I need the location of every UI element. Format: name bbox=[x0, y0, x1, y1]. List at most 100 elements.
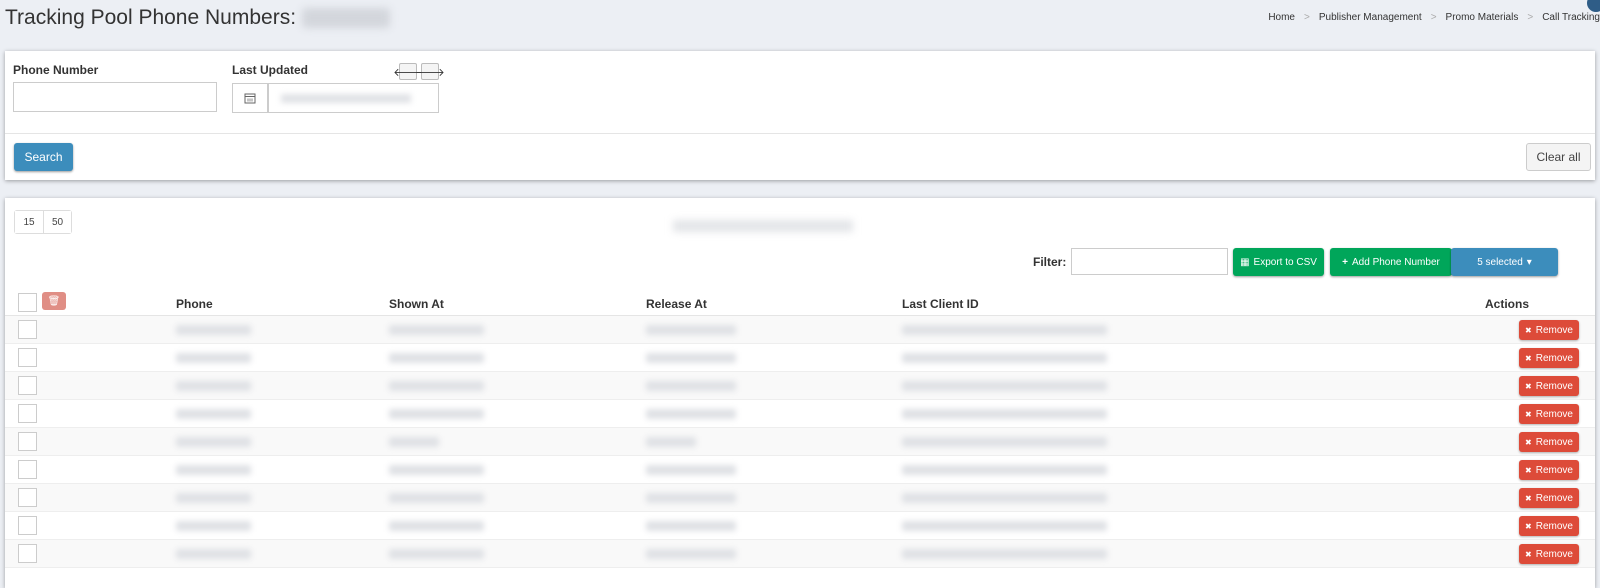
row-checkbox[interactable] bbox=[18, 544, 37, 563]
row-checkbox[interactable] bbox=[18, 348, 37, 367]
table-row: ✖ Remove bbox=[5, 512, 1595, 540]
remove-label: Remove bbox=[1535, 352, 1573, 364]
calendar-button[interactable] bbox=[232, 83, 268, 113]
page-size-50[interactable]: 50 bbox=[43, 211, 71, 233]
breadcrumb-separator: > bbox=[1304, 12, 1310, 23]
filter-divider bbox=[5, 133, 1595, 134]
trash-icon: 🗑 bbox=[47, 295, 61, 307]
redacted-phone bbox=[176, 521, 251, 531]
redacted-client-id bbox=[902, 465, 1107, 475]
remove-label: Remove bbox=[1535, 548, 1573, 560]
remove-button[interactable]: ✖ Remove bbox=[1519, 460, 1579, 480]
redacted-table-info bbox=[673, 220, 853, 232]
redacted-phone bbox=[176, 493, 251, 503]
remove-button[interactable]: ✖ Remove bbox=[1519, 488, 1579, 508]
add-phone-number-button[interactable]: + Add Phone Number bbox=[1330, 248, 1452, 276]
remove-label: Remove bbox=[1535, 380, 1573, 392]
redacted-shown-at bbox=[389, 549, 484, 559]
redacted-shown-at bbox=[389, 409, 484, 419]
file-excel-icon: ▦ bbox=[1240, 256, 1250, 268]
column-actions: Actions bbox=[1485, 297, 1530, 311]
redacted-client-id bbox=[902, 381, 1107, 391]
page-size-15[interactable]: 15 bbox=[15, 211, 43, 233]
row-checkbox[interactable] bbox=[18, 404, 37, 423]
phone-number-label: Phone Number bbox=[13, 63, 99, 77]
page-title-text: Tracking Pool Phone Numbers: bbox=[5, 6, 297, 29]
remove-button[interactable]: ✖ Remove bbox=[1519, 320, 1579, 340]
row-checkbox[interactable] bbox=[18, 488, 37, 507]
calendar-icon bbox=[244, 93, 256, 104]
row-checkbox[interactable] bbox=[18, 432, 37, 451]
table-row: ✖ Remove bbox=[5, 372, 1595, 400]
export-csv-label: Export to CSV bbox=[1253, 256, 1317, 268]
column-phone[interactable]: Phone bbox=[176, 297, 213, 311]
redacted-client-id bbox=[902, 521, 1107, 531]
redacted-client-id bbox=[902, 325, 1107, 335]
breadcrumb-publisher-management[interactable]: Publisher Management bbox=[1319, 12, 1422, 23]
columns-selected-dropdown[interactable]: 5 selected ▾ bbox=[1451, 248, 1558, 276]
search-button[interactable]: Search bbox=[14, 143, 73, 171]
close-icon: ✖ bbox=[1525, 409, 1532, 419]
redacted-shown-at bbox=[389, 437, 439, 447]
table-row: ✖ Remove bbox=[5, 456, 1595, 484]
redacted-shown-at bbox=[389, 493, 484, 503]
filter-panel: Phone Number Last Updated 🡐 🡒 Search Cle… bbox=[5, 51, 1595, 180]
remove-label: Remove bbox=[1535, 436, 1573, 448]
breadcrumb-home[interactable]: Home bbox=[1268, 12, 1295, 23]
clear-all-button[interactable]: Clear all bbox=[1526, 143, 1591, 171]
table-row: ✖ Remove bbox=[5, 428, 1595, 456]
filter-input[interactable] bbox=[1071, 248, 1228, 275]
phone-number-input[interactable] bbox=[13, 82, 217, 112]
arrow-right-icon: 🡒 bbox=[415, 66, 445, 79]
remove-button[interactable]: ✖ Remove bbox=[1519, 404, 1579, 424]
bulk-delete-button[interactable]: 🗑 bbox=[42, 292, 66, 310]
redacted-release-at bbox=[646, 521, 736, 531]
column-shown-at[interactable]: Shown At bbox=[389, 297, 444, 311]
row-checkbox[interactable] bbox=[18, 516, 37, 535]
close-icon: ✖ bbox=[1525, 493, 1532, 503]
results-panel: 15 50 Filter: ▦ Export to CSV + Add Phone … bbox=[5, 198, 1595, 588]
select-all-checkbox[interactable] bbox=[18, 293, 37, 312]
redacted-phone bbox=[176, 325, 251, 335]
plus-icon: + bbox=[1342, 256, 1348, 268]
date-next-button[interactable]: 🡒 bbox=[415, 63, 445, 80]
remove-label: Remove bbox=[1535, 492, 1573, 504]
date-range-input[interactable] bbox=[268, 83, 439, 113]
close-icon: ✖ bbox=[1525, 325, 1532, 335]
caret-down-icon: ▾ bbox=[1526, 256, 1532, 268]
row-checkbox[interactable] bbox=[18, 460, 37, 479]
redacted-release-at bbox=[646, 549, 736, 559]
redacted-release-at bbox=[646, 381, 736, 391]
remove-button[interactable]: ✖ Remove bbox=[1519, 432, 1579, 452]
remove-label: Remove bbox=[1535, 520, 1573, 532]
filter-label: Filter: bbox=[1033, 255, 1067, 269]
redacted-release-at bbox=[646, 465, 736, 475]
close-icon: ✖ bbox=[1525, 465, 1532, 475]
redacted-phone bbox=[176, 353, 251, 363]
close-icon: ✖ bbox=[1525, 549, 1532, 559]
add-phone-number-label: Add Phone Number bbox=[1352, 256, 1440, 268]
column-release-at[interactable]: Release At bbox=[646, 297, 707, 311]
redacted-client-id bbox=[902, 549, 1107, 559]
remove-button[interactable]: ✖ Remove bbox=[1519, 348, 1579, 368]
redacted-release-at bbox=[646, 493, 736, 503]
remove-button[interactable]: ✖ Remove bbox=[1519, 376, 1579, 396]
redacted-phone bbox=[176, 549, 251, 559]
redacted-phone bbox=[176, 437, 251, 447]
breadcrumb-promo-materials[interactable]: Promo Materials bbox=[1446, 12, 1519, 23]
redacted-phone bbox=[176, 465, 251, 475]
breadcrumb-separator: > bbox=[1527, 12, 1534, 23]
export-csv-button[interactable]: ▦ Export to CSV bbox=[1233, 248, 1324, 276]
remove-label: Remove bbox=[1535, 408, 1573, 420]
row-checkbox[interactable] bbox=[18, 376, 37, 395]
remove-button[interactable]: ✖ Remove bbox=[1519, 544, 1579, 564]
column-last-client-id[interactable]: Last Client ID bbox=[902, 297, 979, 311]
row-checkbox[interactable] bbox=[18, 320, 37, 339]
remove-button[interactable]: ✖ Remove bbox=[1519, 516, 1579, 536]
redacted-shown-at bbox=[389, 325, 484, 335]
table-row: ✖ Remove bbox=[5, 484, 1595, 512]
notification-dot[interactable] bbox=[1587, 0, 1600, 12]
redacted-date-range bbox=[281, 94, 411, 103]
redacted-client-id bbox=[902, 353, 1107, 363]
close-icon: ✖ bbox=[1525, 381, 1532, 391]
